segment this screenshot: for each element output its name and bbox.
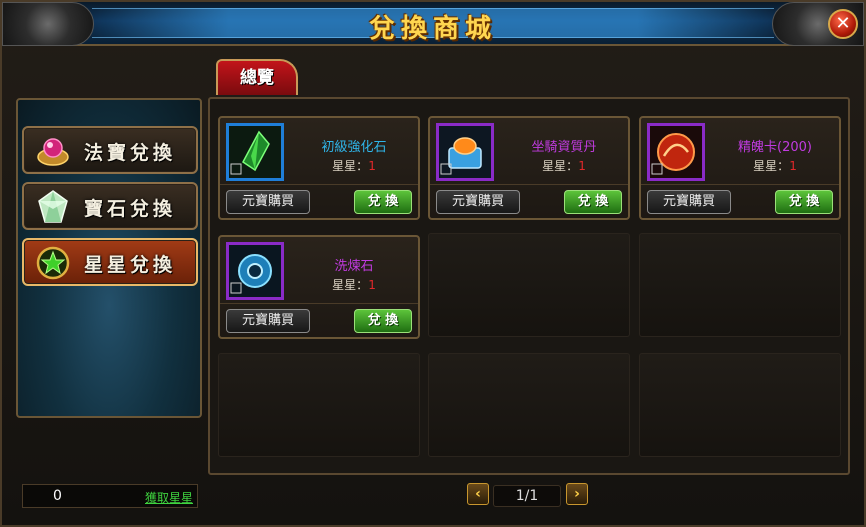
- item-name: 初級強化石: [321, 140, 387, 155]
- next-page-button[interactable]: ›: [566, 483, 588, 505]
- previous-page-button[interactable]: ‹: [467, 483, 489, 505]
- page-indicator: 1/1: [493, 485, 561, 507]
- empty-slot: [218, 353, 420, 457]
- item-icon-frame: [436, 123, 494, 181]
- sidebar-item-artifact-exchange[interactable]: 法寶兌換: [22, 126, 198, 174]
- green-crystal-icon: [229, 126, 281, 178]
- sidebar-item-label: 寶石兌換: [84, 198, 177, 220]
- get-stars-link[interactable]: 獲取星星: [145, 489, 193, 506]
- exchange-button[interactable]: 兌 換: [564, 190, 622, 214]
- star-cost-value: 1: [368, 159, 376, 173]
- exchange-button[interactable]: 兌 換: [775, 190, 833, 214]
- star-cost-label: 星星：: [753, 159, 790, 173]
- star-cost-value: 1: [789, 159, 797, 173]
- window-title: 兌換商城: [368, 14, 497, 44]
- star-icon: [36, 246, 70, 280]
- item-grid-panel: 初級強化石 星星：1 元寶購買 兌 換 坐騎資質丹 星星：1 元寶購買 兌 換: [208, 97, 850, 475]
- buy-with-ingots-button[interactable]: 元寶購買: [226, 190, 310, 214]
- item-card-mount-pill: 坐騎資質丹 星星：1 元寶購買 兌 換: [428, 116, 630, 220]
- chevron-left-icon: ‹: [475, 486, 481, 502]
- item-icon-frame: [226, 123, 284, 181]
- sidebar-item-gem-exchange[interactable]: 寶石兌換: [22, 182, 198, 230]
- item-icon-frame: [647, 123, 705, 181]
- item-card-enhance-stone: 初級強化石 星星：1 元寶購買 兌 換: [218, 116, 420, 220]
- tab-overview[interactable]: 總覽: [216, 59, 298, 95]
- exchange-button[interactable]: 兌 換: [354, 309, 412, 333]
- empty-slot: [428, 233, 630, 337]
- star-cost-value: 1: [578, 159, 586, 173]
- item-star-cost: 星星：1: [502, 157, 626, 174]
- stars-balance-box: 0 獲取星星: [22, 484, 198, 508]
- item-name: 坐騎資質丹: [531, 140, 597, 155]
- card-divider: [220, 303, 418, 304]
- chevron-right-icon: ›: [574, 486, 580, 502]
- item-star-cost: 星星：1: [292, 157, 416, 174]
- gem-icon: [38, 190, 68, 223]
- exchange-button[interactable]: 兌 換: [354, 190, 412, 214]
- close-icon: ✕: [835, 13, 851, 34]
- item-star-cost: 星星：1: [292, 276, 416, 293]
- item-star-cost: 星星：1: [713, 157, 837, 174]
- empty-slot: [428, 353, 630, 457]
- item-card-refine-stone: 洗煉石 星星：1 元寶購買 兌 換: [218, 235, 420, 339]
- buy-with-ingots-button[interactable]: 元寶購買: [647, 190, 731, 214]
- stars-count: 0: [53, 488, 62, 504]
- card-divider: [220, 184, 418, 185]
- item-name: 洗煉石: [334, 259, 374, 274]
- sidebar-item-label: 法寶兌換: [84, 142, 177, 164]
- card-divider: [430, 184, 628, 185]
- refine-stone-icon: [229, 245, 281, 297]
- empty-slot: [639, 233, 841, 337]
- star-cost-label: 星星：: [332, 278, 369, 292]
- empty-slot: [639, 353, 841, 457]
- sidebar-item-star-exchange[interactable]: 星星兌換: [22, 238, 198, 286]
- sidebar-item-label: 星星兌換: [84, 254, 177, 276]
- buy-with-ingots-button[interactable]: 元寶購買: [226, 309, 310, 333]
- title-bar: 兌換商城 ✕: [2, 2, 864, 46]
- star-cost-label: 星星：: [332, 159, 369, 173]
- spirit-card-icon: [650, 126, 702, 178]
- exchange-mall-window: 兌換商城 ✕ 總覽 法寶兌換 寶石兌換 星星兌換 0 獲取星星 初級強化石 星星…: [0, 0, 866, 527]
- star-cost-value: 1: [368, 278, 376, 292]
- card-divider: [641, 184, 839, 185]
- star-cost-label: 星星：: [542, 159, 579, 173]
- buy-with-ingots-button[interactable]: 元寶購買: [436, 190, 520, 214]
- item-card-spirit-card: 精魄卡(200) 星星：1 元寶購買 兌 換: [639, 116, 841, 220]
- artifact-icon: [37, 138, 69, 166]
- mount-pill-icon: [439, 126, 491, 178]
- item-icon-frame: [226, 242, 284, 300]
- item-name: 精魄卡(200): [738, 140, 812, 155]
- close-button[interactable]: ✕: [828, 9, 858, 39]
